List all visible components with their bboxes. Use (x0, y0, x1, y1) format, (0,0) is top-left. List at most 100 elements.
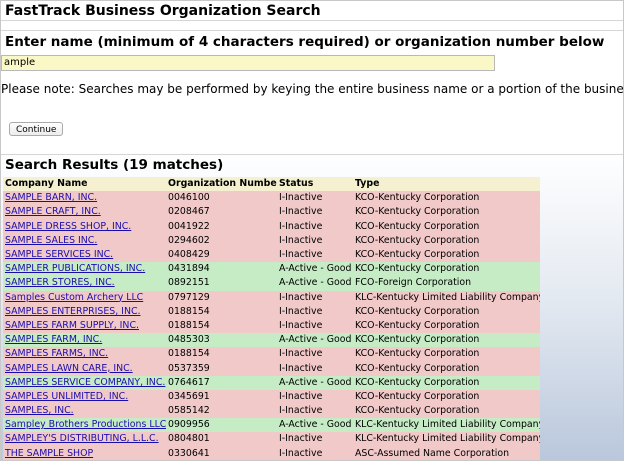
table-row: SAMPLES, INC. 0585142 I-Inactive KCO-Kentuc… (3, 404, 540, 419)
type-cell: KCO-Kentucky Corporation (355, 263, 480, 275)
table-row: Sampley Brothers Productions LLC 0909956 A… (3, 418, 540, 433)
type-cell: ASC-Assumed Name Corporation (355, 447, 510, 459)
status-cell: I-Inactive (279, 291, 323, 303)
table-row: Samples Custom Archery LLC 0797129 I-Inact… (3, 290, 540, 305)
table-row: SAMPLES FARMS, INC. 0188154 I-Inactive KCO-… (3, 347, 540, 362)
company-name-cell: SAMPLE CRAFT, INC. (3, 205, 166, 219)
organization-number-cell: 0431894 (168, 263, 210, 275)
company-link[interactable]: SAMPLE CRAFT, INC. (5, 206, 101, 217)
table-row: SAMPLES FARM, INC. 0485303 A-Active - Good… (3, 333, 540, 348)
type-cell: KCO-Kentucky Corporation (355, 220, 480, 232)
search-input[interactable] (1, 55, 495, 71)
column-header-organization-number: Organization Number (168, 178, 277, 190)
type-cell: KLC-Kentucky Limited Liability Company (355, 291, 540, 303)
organization-number-cell: 0764617 (168, 376, 210, 388)
entry-heading: Enter name (minimum of 4 characters requ… (5, 34, 605, 50)
company-name-cell: SAMPLEY'S DISTRIBUTING, L.L.C. (3, 432, 166, 446)
status-cell: A-Active - Good (279, 376, 352, 388)
company-link[interactable]: SAMPLE SERVICES INC. (5, 249, 113, 260)
company-link[interactable]: SAMPLES FARM SUPPLY, INC. (5, 320, 139, 331)
status-cell: I-Inactive (279, 249, 323, 261)
page-frame: FastTrack Business Organization Search E… (0, 0, 624, 461)
organization-number-cell: 0585142 (168, 405, 210, 417)
table-row: SAMPLES UNLIMITED, INC. 0345691 I-Inactive… (3, 389, 540, 404)
column-header-company-name: Company Name (5, 178, 88, 190)
company-link[interactable]: SAMPLES, INC. (5, 405, 74, 416)
table-row: SAMPLER STORES, INC. 0892151 A-Active - Go… (3, 276, 540, 291)
company-name-cell: SAMPLE SERVICES INC. (3, 248, 166, 262)
organization-number-cell: 0188154 (168, 305, 210, 317)
type-cell: KCO-Kentucky Corporation (355, 206, 480, 218)
company-name-cell: SAMPLE SALES INC. (3, 234, 166, 248)
organization-number-cell: 0892151 (168, 277, 210, 289)
type-cell: KCO-Kentucky Corporation (355, 334, 480, 346)
divider (1, 30, 623, 31)
status-cell: I-Inactive (279, 390, 323, 402)
company-name-cell: SAMPLE DRESS SHOP, INC. (3, 220, 166, 234)
type-cell: KLC-Kentucky Limited Liability Company (355, 433, 540, 445)
results-table: Company Name Organization Number Status … (3, 177, 540, 460)
company-name-cell: SAMPLER STORES, INC. (3, 276, 166, 290)
status-cell: I-Inactive (279, 433, 323, 445)
company-name-cell: SAMPLES FARMS, INC. (3, 347, 166, 361)
table-row: SAMPLER PUBLICATIONS, INC. 0431894 A-Activ… (3, 262, 540, 277)
type-cell: KCO-Kentucky Corporation (355, 348, 480, 360)
company-link[interactable]: THE SAMPLE SHOP (5, 448, 93, 459)
company-link[interactable]: SAMPLES LAWN CARE, INC. (5, 363, 133, 374)
table-row: SAMPLE CRAFT, INC. 0208467 I-Inactive KCO-K… (3, 205, 540, 220)
type-cell: KCO-Kentucky Corporation (355, 376, 480, 388)
type-cell: KCO-Kentucky Corporation (355, 234, 480, 246)
company-name-cell: SAMPLES FARM, INC. (3, 333, 166, 347)
organization-number-cell: 0804801 (168, 433, 210, 445)
status-cell: I-Inactive (279, 405, 323, 417)
company-name-cell: SAMPLES UNLIMITED, INC. (3, 390, 166, 404)
divider (1, 154, 623, 155)
type-cell: KLC-Kentucky Limited Liability Company (355, 419, 540, 431)
status-cell: I-Inactive (279, 319, 323, 331)
company-link[interactable]: SAMPLE SALES INC. (5, 235, 97, 246)
company-name-cell: THE SAMPLE SHOP (3, 447, 166, 460)
organization-number-cell: 0041922 (168, 220, 210, 232)
table-row: SAMPLE DRESS SHOP, INC. 0041922 I-Inactive… (3, 219, 540, 234)
company-link[interactable]: SAMPLES ENTERPRISES, INC. (5, 306, 140, 317)
table-row: SAMPLE SERVICES INC. 0408429 I-Inactive KCO… (3, 247, 540, 263)
status-cell: A-Active - Good (279, 277, 352, 289)
company-name-cell: SAMPLER PUBLICATIONS, INC. (3, 262, 166, 276)
table-row: SAMPLE BARN, INC. 0046100 I-Inactive KCO-Ke… (3, 191, 540, 206)
type-cell: KCO-Kentucky Corporation (355, 249, 480, 261)
search-note: Please note: Searches may be performed b… (1, 82, 624, 96)
type-cell: FCO-Foreign Corporation (355, 277, 472, 289)
table-row: THE SAMPLE SHOP 0330641 I-Inactive ASC-Assu… (3, 446, 540, 460)
company-name-cell: SAMPLES, INC. (3, 404, 166, 418)
company-link[interactable]: SAMPLES FARM, INC. (5, 334, 102, 345)
company-link[interactable]: SAMPLER STORES, INC. (5, 277, 115, 288)
company-link[interactable]: Samples Custom Archery LLC (5, 292, 143, 303)
company-link[interactable]: SAMPLES UNLIMITED, INC. (5, 391, 128, 402)
type-cell: KCO-Kentucky Corporation (355, 405, 480, 417)
organization-number-cell: 0330641 (168, 447, 210, 459)
organization-number-cell: 0537359 (168, 362, 210, 374)
company-link[interactable]: SAMPLES SERVICE COMPANY, INC. (5, 377, 165, 388)
table-row: SAMPLES LAWN CARE, INC. 0537359 I-Inactive… (3, 361, 540, 376)
organization-number-cell: 0046100 (168, 192, 210, 204)
company-link[interactable]: SAMPLER PUBLICATIONS, INC. (5, 263, 145, 274)
type-cell: KCO-Kentucky Corporation (355, 305, 480, 317)
company-link[interactable]: SAMPLEY'S DISTRIBUTING, L.L.C. (5, 433, 159, 444)
continue-button[interactable]: Continue (9, 122, 64, 136)
company-link[interactable]: SAMPLE BARN, INC. (5, 192, 97, 203)
company-name-cell: SAMPLES LAWN CARE, INC. (3, 361, 166, 375)
column-header-status: Status (279, 178, 314, 190)
status-cell: I-Inactive (279, 206, 323, 218)
page-title: FastTrack Business Organization Search (5, 3, 321, 19)
organization-number-cell: 0408429 (168, 249, 210, 261)
organization-number-cell: 0345691 (168, 390, 210, 402)
company-name-cell: Sampley Brothers Productions LLC (3, 418, 166, 432)
type-cell: KCO-Kentucky Corporation (355, 362, 480, 374)
status-cell: I-Inactive (279, 447, 323, 459)
type-cell: KCO-Kentucky Corporation (355, 192, 480, 204)
company-link[interactable]: Sampley Brothers Productions LLC (5, 419, 166, 430)
organization-number-cell: 0909956 (168, 419, 210, 431)
company-link[interactable]: SAMPLES FARMS, INC. (5, 348, 108, 359)
company-link[interactable]: SAMPLE DRESS SHOP, INC. (5, 221, 131, 232)
table-row: SAMPLE SALES INC. 0294602 I-Inactive KCO-Ke… (3, 233, 540, 248)
